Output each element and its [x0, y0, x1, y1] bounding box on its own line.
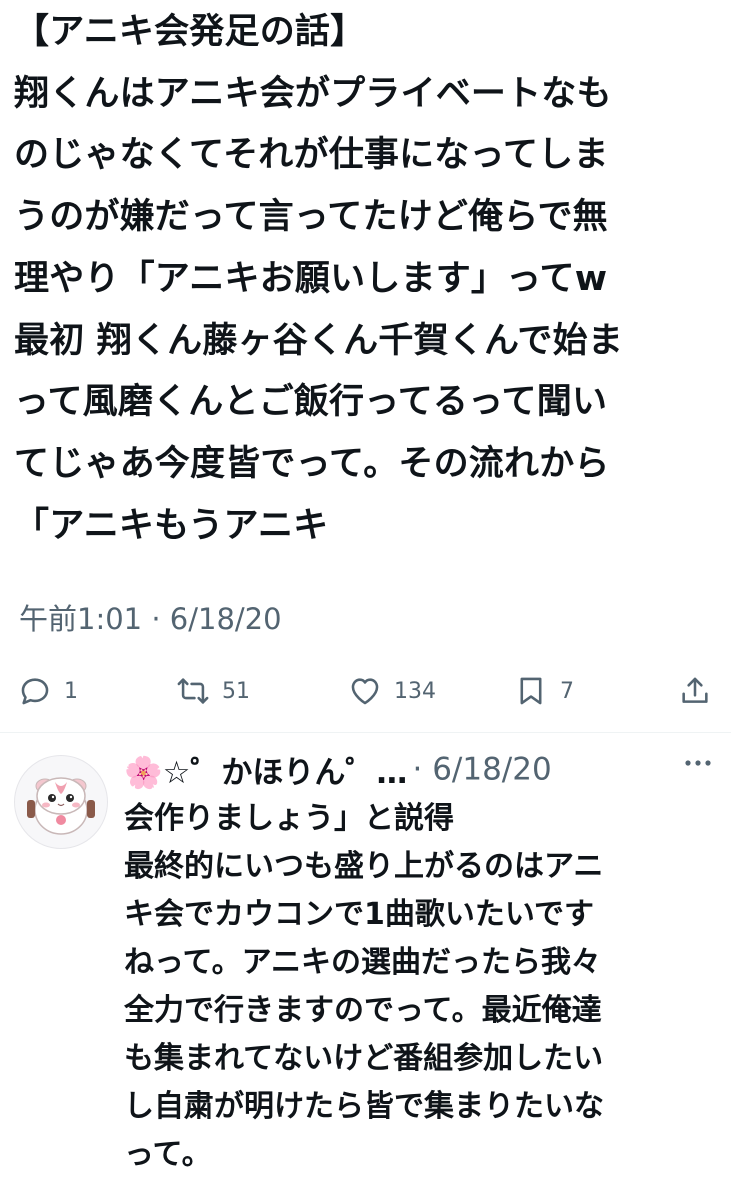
like-button[interactable]: 134	[348, 668, 436, 714]
avatar[interactable]	[14, 755, 108, 849]
speech-bubble-icon	[21, 678, 49, 705]
more-dots-icon	[685, 760, 711, 766]
bookmark-icon	[520, 677, 542, 705]
reply-header: 🌸☆゜かほりん゜… · 6/18/20	[124, 747, 684, 795]
main-tweet: 【アニキ会発足の話】 翔くんはアニキ会がプライベートなも のじゃなくてそれが仕事…	[0, 0, 731, 732]
share-button[interactable]	[678, 668, 712, 714]
reply-count: 1	[64, 678, 78, 704]
bookmark-button[interactable]: 7	[514, 668, 574, 714]
heart-icon	[351, 678, 379, 705]
tweet-text: 【アニキ会発足の話】 翔くんはアニキ会がプライベートなも のじゃなくてそれが仕事…	[14, 12, 624, 546]
like-count: 134	[394, 678, 436, 704]
bookmark-count: 7	[560, 678, 574, 704]
reply-text: 会作りましょう」と説得 最終的にいつも盛り上がるのはアニ キ会でカウコンで1曲歌…	[124, 801, 604, 1172]
hamster-avatar-icon	[27, 777, 95, 835]
reply-tweet[interactable]: 🌸☆゜かほりん゜… · 6/18/20 会作りましょう」と説得 最終的にいつも盛…	[0, 733, 731, 1200]
reply-button[interactable]: 1	[18, 668, 78, 714]
share-upload-icon	[682, 677, 708, 703]
retweet-button[interactable]: 51	[176, 668, 250, 714]
tweet-thread: 【アニキ会発足の話】 翔くんはアニキ会がプライベートなも のじゃなくてそれが仕事…	[0, 0, 731, 1200]
reply-date[interactable]: · 6/18/20	[412, 752, 551, 788]
reply-display-name[interactable]: 🌸☆゜かほりん゜…	[124, 755, 407, 791]
more-options-button[interactable]	[680, 753, 716, 773]
retweet-arrows-icon	[177, 678, 209, 704]
tweet-timestamp[interactable]: 午前1:01 · 6/18/20	[19, 596, 282, 638]
tweet-action-bar: 1 51 134 7	[0, 668, 731, 714]
retweet-count: 51	[222, 678, 250, 704]
